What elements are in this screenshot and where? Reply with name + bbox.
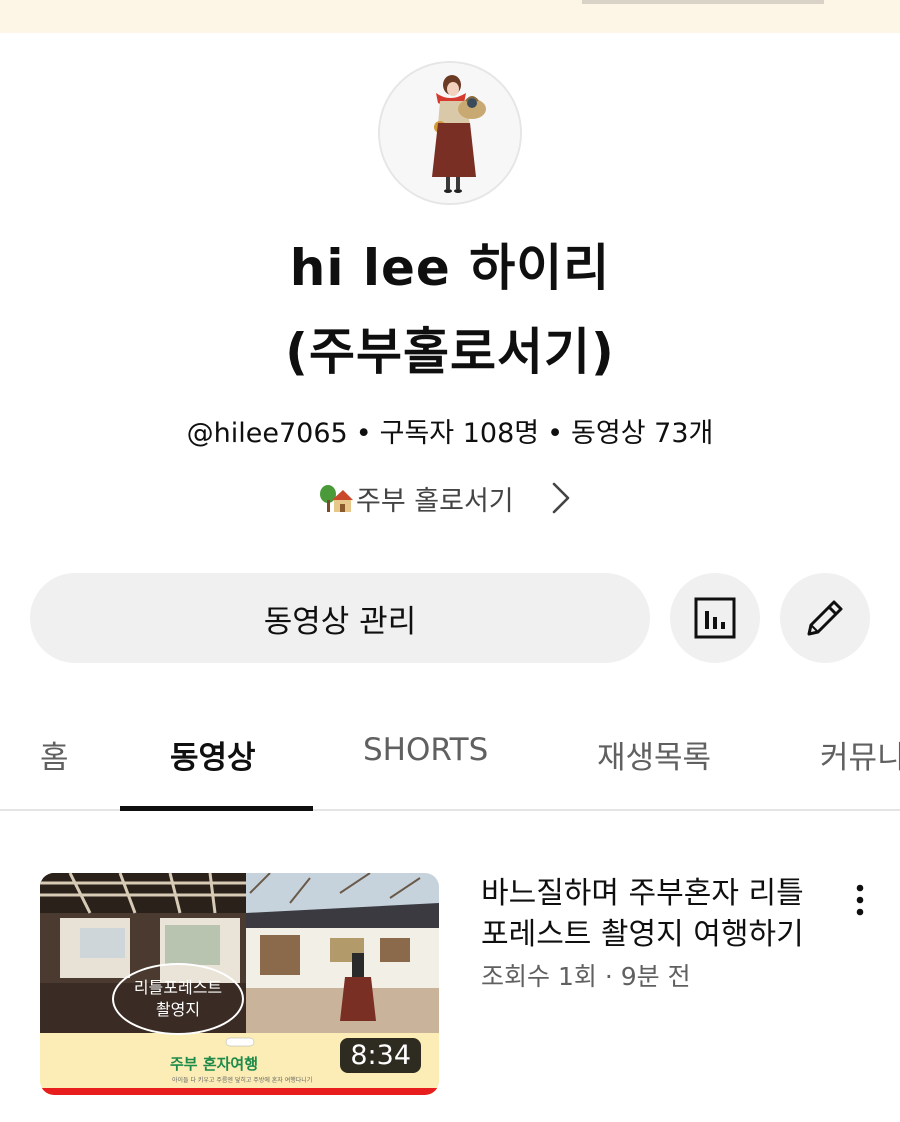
video-title[interactable]: 바느질하며 주부혼자 리틀포레스트 촬영지 여행하기 [481,873,821,955]
manage-videos-button[interactable]: 동영상 관리 [30,573,650,663]
channel-handle: @hilee7065 [186,418,348,449]
video-count: 동영상 73개 [571,418,714,449]
edit-channel-button[interactable] [780,573,870,663]
channel-avatar[interactable] [378,61,522,205]
channel-banner [0,0,900,33]
chevron-right-icon [552,482,569,514]
thumbnail-oval-line2: 촬영지 [155,1000,201,1019]
watch-progress-bar [40,1088,439,1095]
video-views: 조회수 1회 [481,962,597,991]
channel-description-text: 주부 홀로서기 [356,485,514,517]
video-meta-separator: · [604,962,613,991]
channel-tabs: 홈 동영상 SHORTS 재생목록 커뮤니 [0,702,900,812]
channel-title-line2: (주부홀로서기) [285,323,615,381]
more-vert-icon [856,884,864,916]
subscriber-count: 구독자 108명 [379,418,540,449]
analytics-icon [694,597,736,639]
house-tree-icon [320,485,353,512]
tab-videos[interactable]: 동영상 [170,732,256,777]
video-thumbnail[interactable]: 리틀포레스트 촬영지 주부 혼자여행 아이들 다 키우고 주름엔 덮히고 주방에… [40,873,439,1095]
channel-title-line1: hi lee 하이리 [289,239,611,297]
video-options-button[interactable] [838,878,882,922]
banner-image-strip [582,0,824,4]
channel-description-link[interactable]: 주부 홀로서기 [318,478,574,518]
pencil-icon [807,600,843,636]
analytics-button[interactable] [670,573,760,663]
video-duration: 8:34 [340,1038,421,1073]
tab-shorts[interactable]: SHORTS [363,732,488,768]
video-meta: 조회수 1회 · 9분 전 [481,957,821,993]
thumbnail-oval-label: 리틀포레스트 촬영지 [112,963,244,1035]
thumbnail-oval-line1: 리틀포레스트 [133,978,223,997]
video-age: 9분 전 [620,962,691,991]
active-tab-indicator [120,806,313,811]
avatar-illustration [380,63,520,203]
channel-title: hi lee 하이리 (주부홀로서기) [0,236,900,384]
tab-home[interactable]: 홈 [40,732,69,777]
video-info[interactable]: 바느질하며 주부혼자 리틀포레스트 촬영지 여행하기 조회수 1회 · 9분 전 [481,873,821,993]
meta-separator: • [547,418,564,449]
meta-separator: • [355,418,372,449]
thumbnail-subcaption: 아이들 다 키우고 주름엔 덮히고 주방에 혼자 여행다니기 [172,1077,313,1084]
channel-meta: @hilee7065 • 구독자 108명 • 동영상 73개 [0,411,900,450]
tab-community[interactable]: 커뮤니 [820,732,900,777]
thumbnail-caption: 주부 혼자여행 [170,1055,259,1073]
tab-playlists[interactable]: 재생목록 [597,732,711,777]
